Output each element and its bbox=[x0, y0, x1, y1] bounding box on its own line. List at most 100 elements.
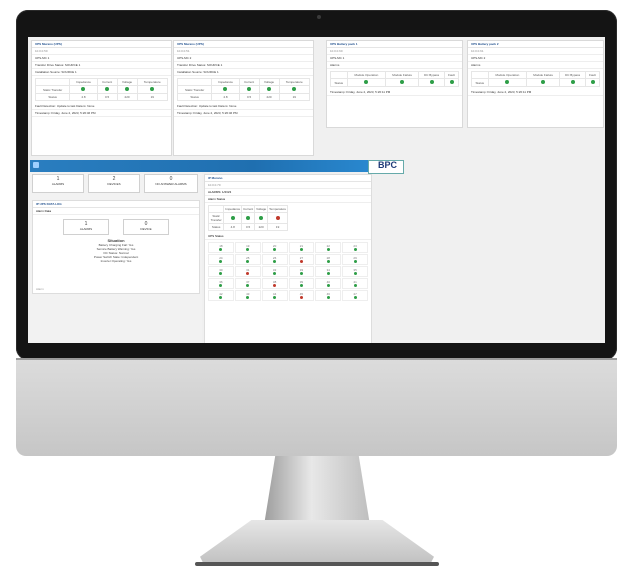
status-cell[interactable]: 22 bbox=[315, 242, 342, 253]
table-header: Voltage bbox=[254, 205, 269, 213]
measurement-table: Impedance Current Voltage Temperature St… bbox=[34, 78, 169, 101]
grid-title: UPS Status bbox=[205, 233, 371, 240]
table-header: DC Bypass bbox=[559, 71, 587, 79]
model-label: UPS-MC 2 bbox=[174, 55, 313, 62]
table-header: Temperature bbox=[136, 78, 169, 86]
bpc-logo: BPC bbox=[378, 160, 398, 170]
status-cell[interactable]: 18 bbox=[208, 242, 234, 253]
panel-title: IP UPS DATA LOG bbox=[33, 201, 199, 208]
row-label: Status bbox=[34, 93, 71, 101]
status-dot-icon bbox=[254, 212, 269, 224]
table-cell: 19 bbox=[278, 93, 311, 101]
status-dot-icon bbox=[219, 248, 223, 251]
battery-card-1[interactable]: UPS Battery pack 1 10.0.0.60 UPS-MC 1 Al… bbox=[326, 40, 463, 128]
table-cell: 4.8 bbox=[223, 223, 243, 231]
status-dot-icon bbox=[219, 260, 223, 263]
status-dot-icon bbox=[246, 260, 250, 263]
panel-footer: Alarm bbox=[36, 287, 44, 291]
table-cell: 0.5 bbox=[241, 223, 256, 231]
status-cell[interactable]: 46 bbox=[315, 290, 342, 301]
status-cell[interactable]: 23 bbox=[342, 242, 368, 253]
alarms-label: Alarms bbox=[327, 62, 462, 69]
status-cell[interactable]: 20 bbox=[261, 242, 288, 253]
status-cell[interactable]: 30 bbox=[208, 266, 234, 277]
fault-detection: Fault Detection: Update to last Data is:… bbox=[32, 103, 171, 110]
status-cell[interactable]: 24 bbox=[208, 254, 234, 265]
status-dot-icon bbox=[326, 284, 330, 287]
alarm-box[interactable]: 1 ALARMS bbox=[63, 219, 109, 235]
alarm-grid-card[interactable]: IP Murano 10.0.0.70 ALARMS: 1/2/3/4 Alar… bbox=[204, 174, 372, 343]
status-cell[interactable]: 32 bbox=[261, 266, 288, 277]
status-cell[interactable]: 21 bbox=[288, 242, 315, 253]
table-header bbox=[34, 78, 71, 86]
status-dot-icon bbox=[246, 248, 250, 251]
status-cell[interactable]: 45 bbox=[288, 290, 315, 301]
stat-alarms[interactable]: 1 ALARMS bbox=[32, 174, 84, 193]
row-label: Static Transfer bbox=[34, 85, 71, 94]
status-dot-icon bbox=[219, 296, 223, 299]
status-cell[interactable]: 36 bbox=[208, 278, 234, 289]
alarm-dot-icon bbox=[267, 212, 288, 224]
app-header-bar bbox=[30, 160, 403, 172]
status-dot-icon bbox=[219, 284, 223, 287]
ups-card-1[interactable]: UPS Murano (UPS) 10.0.0.50 UPS-MC 1 Tran… bbox=[31, 40, 172, 156]
status-cell[interactable]: 19 bbox=[234, 242, 261, 253]
status-cell[interactable]: 42 bbox=[208, 290, 234, 301]
table-header: Fault bbox=[444, 71, 459, 79]
alarm-table: Module Operation Module Failure DC Bypas… bbox=[330, 71, 459, 87]
alarm-dot-icon bbox=[299, 296, 303, 299]
status-cell[interactable]: 37 bbox=[234, 278, 261, 289]
status-dot-icon bbox=[585, 78, 600, 87]
status-cell[interactable]: 31 bbox=[234, 266, 261, 277]
battery-card-2[interactable]: UPS Battery pack 2 10.0.0.61 UPS-MC 2 Al… bbox=[467, 40, 604, 128]
status-dot-icon bbox=[353, 248, 357, 251]
status-cell[interactable]: 35 bbox=[342, 266, 368, 277]
table-header: Temperature bbox=[267, 205, 288, 213]
stat-no-answer[interactable]: 0 NO ANSWER ALARMS bbox=[144, 174, 198, 193]
status-cell[interactable]: 38 bbox=[261, 278, 288, 289]
status-cell[interactable]: 41 bbox=[342, 278, 368, 289]
status-cell[interactable]: 43 bbox=[234, 290, 261, 301]
status-cell[interactable]: 26 bbox=[261, 254, 288, 265]
timestamp: Timestamp: Friday, June 2, 2023, 5:26:11… bbox=[327, 89, 462, 96]
status-cell[interactable]: 47 bbox=[342, 290, 368, 301]
ups-card-2[interactable]: UPS Murano (UPS) 10.0.0.51 UPS-MC 2 Tran… bbox=[173, 40, 314, 156]
status-cell[interactable]: 39 bbox=[288, 278, 315, 289]
box-label: DEVICE bbox=[140, 227, 152, 231]
detail-line: Inverter Operating: Yes bbox=[100, 259, 132, 263]
status-dot-icon bbox=[273, 272, 277, 275]
status-dot-icon bbox=[353, 272, 357, 275]
status-cell[interactable]: 33 bbox=[288, 266, 315, 277]
status-dot-icon bbox=[487, 78, 528, 87]
status-cell[interactable]: 40 bbox=[315, 278, 342, 289]
status-cell[interactable]: 25 bbox=[234, 254, 261, 265]
device-box[interactable]: 0 DEVICE bbox=[123, 219, 169, 235]
stat-label: NO ANSWER ALARMS bbox=[155, 182, 187, 186]
status-cell[interactable]: 29 bbox=[342, 254, 368, 265]
data-log-panel: IP UPS DATA LOG Alarm Data 1 ALARMS 0 DE… bbox=[32, 200, 200, 294]
alarm-status-table: Impedance Current Voltage Temperature St… bbox=[207, 205, 288, 231]
status-cell[interactable]: 44 bbox=[261, 290, 288, 301]
status-dot-icon bbox=[273, 296, 277, 299]
status-dot-icon bbox=[299, 272, 303, 275]
status-dot-icon bbox=[299, 248, 303, 251]
menu-icon[interactable] bbox=[33, 162, 39, 168]
status-dot-icon bbox=[444, 78, 459, 87]
timestamp: Timestamp: Friday, June 2, 2023, 5:26:46… bbox=[32, 110, 171, 117]
table-header: Module Operation bbox=[346, 71, 387, 79]
status-cell[interactable]: 27 bbox=[288, 254, 315, 265]
transfer-status: Transfer Drive Status: SOURCE 1 bbox=[174, 62, 313, 69]
status-grid: 18 19 20 21 22 23 24 25 26 27 28 29 30 31 32 33 34 35 36 37… bbox=[205, 240, 371, 303]
stat-devices[interactable]: 2 DEVICES bbox=[88, 174, 140, 193]
divider bbox=[16, 358, 617, 360]
status-dot-icon bbox=[353, 260, 357, 263]
status-cell[interactable]: 28 bbox=[315, 254, 342, 265]
status-cell[interactable]: 34 bbox=[315, 266, 342, 277]
timestamp: Timestamp: Friday, June 2, 2023, 5:26:11… bbox=[468, 89, 603, 96]
monitor-stand-neck bbox=[264, 456, 370, 524]
table-header: Fault bbox=[585, 71, 600, 79]
panel-subtitle: Alarm Data bbox=[33, 208, 199, 215]
screen: UPS Murano (UPS) 10.0.0.50 UPS-MC 1 Tran… bbox=[28, 37, 605, 343]
measurement-table: Impedance Current Voltage Temperature St… bbox=[176, 78, 311, 101]
table-header: Current bbox=[238, 78, 260, 86]
